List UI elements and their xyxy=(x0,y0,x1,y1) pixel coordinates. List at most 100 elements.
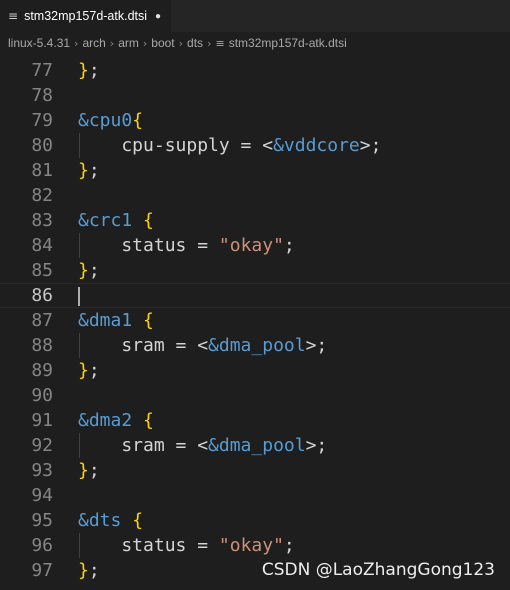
code-line[interactable]: 90 xyxy=(0,383,510,408)
code-line[interactable]: 82 xyxy=(0,183,510,208)
code-token: >; xyxy=(305,335,328,356)
code-text: &dts { xyxy=(78,508,143,533)
code-line[interactable]: 77}; xyxy=(0,58,510,83)
breadcrumb-item-file[interactable]: stm32mp157d-atk.dtsi xyxy=(229,36,347,50)
file-lines-icon: ≡ xyxy=(215,36,225,50)
code-text: status = "okay"; xyxy=(78,233,295,258)
code-line[interactable]: 88 sram = <&dma_pool>; xyxy=(0,333,510,358)
code-line[interactable]: 91 &dma2 { xyxy=(0,408,510,433)
code-token: &crc1 xyxy=(78,210,133,231)
code-text: }; xyxy=(78,158,100,183)
code-token: &dma1 xyxy=(78,310,133,331)
code-token: &vddcore xyxy=(273,135,360,156)
code-text: }; xyxy=(78,558,100,583)
code-line[interactable]: 87 &dma1 { xyxy=(0,308,510,333)
line-number: 83 xyxy=(31,210,53,231)
code-text: &crc1 { xyxy=(78,208,154,233)
code-token: ; xyxy=(88,160,100,181)
line-number: 84 xyxy=(31,235,53,256)
breadcrumb-item-arch[interactable]: arch xyxy=(82,36,105,50)
code-token: ; xyxy=(283,235,295,256)
chevron-right-icon: › xyxy=(207,36,212,50)
code-token: sram = < xyxy=(78,335,209,356)
breadcrumb-item-arm[interactable]: arm xyxy=(118,36,139,50)
code-token: sram = < xyxy=(78,435,209,456)
code-text: &cpu0{ xyxy=(78,108,143,133)
code-text: &dma1 { xyxy=(78,308,154,333)
code-text: &dma2 { xyxy=(78,408,154,433)
chevron-right-icon: › xyxy=(178,36,184,50)
code-line[interactable]: 79 &cpu0{ xyxy=(0,108,510,133)
code-token: { xyxy=(143,410,154,431)
code-token: { xyxy=(143,210,154,231)
code-line[interactable]: 95 &dts { xyxy=(0,508,510,533)
tab-label: stm32mp157d-atk.dtsi xyxy=(24,9,148,23)
line-number: 92 xyxy=(31,435,53,456)
chevron-right-icon: › xyxy=(74,36,79,50)
code-token: ; xyxy=(88,360,100,381)
code-text: sram = <&dma_pool>; xyxy=(78,333,327,358)
code-line[interactable]: 78 xyxy=(0,83,510,108)
code-token: ; xyxy=(88,460,100,481)
code-line[interactable]: 80 cpu-supply = <&vddcore>; xyxy=(0,133,510,158)
code-line[interactable]: 92 sram = <&dma_pool>; xyxy=(0,433,510,458)
code-text: }; xyxy=(78,258,100,283)
code-line[interactable]: 89}; xyxy=(0,358,510,383)
tab-stm32mp157d-atk-dtsi[interactable]: ≡ stm32mp157d-atk.dtsi ● xyxy=(0,0,172,32)
code-token: ; xyxy=(88,260,100,281)
code-line[interactable]: 84 status = "okay"; xyxy=(0,233,510,258)
code-token: >; xyxy=(305,435,328,456)
line-number: 86 xyxy=(31,285,53,306)
code-line[interactable]: 94 xyxy=(0,483,510,508)
watermark: CSDN @LaoZhangGong123 xyxy=(261,560,495,580)
code-token: >; xyxy=(359,135,382,156)
line-number: 97 xyxy=(31,560,53,581)
code-token: } xyxy=(78,60,89,81)
unsaved-dot-icon[interactable]: ● xyxy=(155,11,161,22)
line-number: 94 xyxy=(31,485,53,506)
code-token: ; xyxy=(88,560,100,581)
line-number: 81 xyxy=(31,160,53,181)
code-token: ; xyxy=(283,535,295,556)
line-number: 80 xyxy=(31,135,53,156)
code-line[interactable]: 86 xyxy=(0,283,510,308)
code-editor[interactable]: 77}; 78 79 &cpu0{80 cpu-supply = <&vddcore>… xyxy=(0,54,510,590)
line-number: 78 xyxy=(31,85,53,106)
line-number: 82 xyxy=(31,185,53,206)
code-line[interactable]: 81}; xyxy=(0,158,510,183)
code-line[interactable]: 93}; xyxy=(0,458,510,483)
text-cursor xyxy=(78,287,80,306)
code-token: { xyxy=(132,110,144,131)
line-number: 79 xyxy=(31,110,53,131)
line-number: 77 xyxy=(31,60,53,81)
code-line[interactable]: 83 &crc1 { xyxy=(0,208,510,233)
line-number: 93 xyxy=(31,460,53,481)
code-line[interactable]: 96 status = "okay"; xyxy=(0,533,510,558)
code-token: } xyxy=(78,160,89,181)
code-text: status = "okay"; xyxy=(78,533,295,558)
line-number: 87 xyxy=(31,310,53,331)
line-number: 96 xyxy=(31,535,53,556)
code-token: { xyxy=(132,510,144,531)
tab-bar: ≡ stm32mp157d-atk.dtsi ● xyxy=(0,0,510,32)
breadcrumb-item-boot[interactable]: boot xyxy=(151,36,174,50)
chevron-right-icon: › xyxy=(109,36,115,50)
code-text: }; xyxy=(78,58,100,83)
code-line[interactable]: 85}; xyxy=(0,258,510,283)
breadcrumb-item-dts[interactable]: dts xyxy=(187,36,203,50)
code-text: sram = <&dma_pool>; xyxy=(78,433,327,458)
code-token: ; xyxy=(88,60,100,81)
line-number: 89 xyxy=(31,360,53,381)
code-token: &cpu0 xyxy=(78,110,133,131)
code-token: &dma2 xyxy=(78,410,133,431)
code-token: status = xyxy=(78,235,219,256)
code-token: &dma_pool xyxy=(208,335,306,356)
line-number: 85 xyxy=(31,260,53,281)
code-token: &dma_pool xyxy=(208,435,306,456)
breadcrumb-item-linux[interactable]: linux-5.4.31 xyxy=(8,36,70,50)
code-token: } xyxy=(78,460,89,481)
code-token: } xyxy=(78,260,89,281)
